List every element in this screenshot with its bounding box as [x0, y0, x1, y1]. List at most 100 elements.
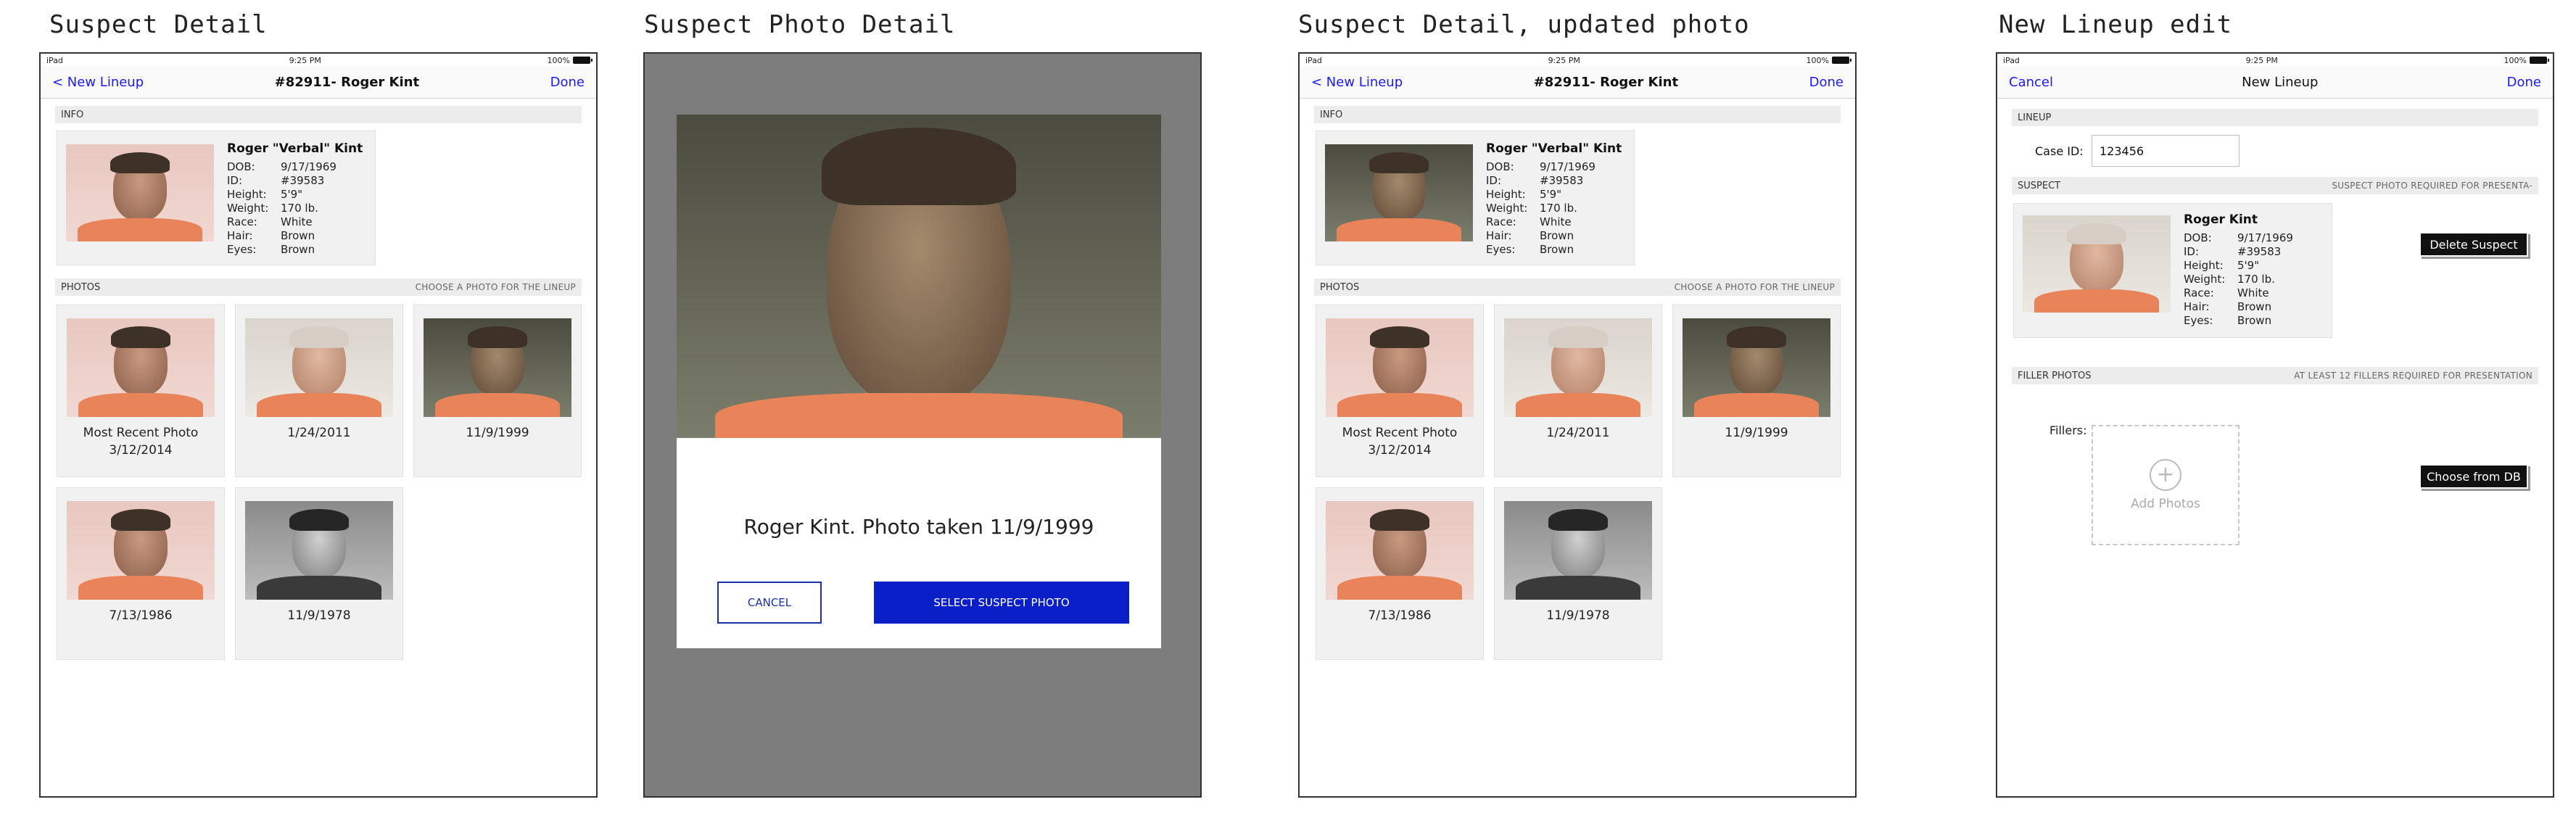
mugshot-thumbnail — [1683, 318, 1830, 417]
photo-tile[interactable]: Most Recent Photo 3/12/2014 — [1316, 305, 1484, 477]
cancel-button[interactable]: Cancel — [2009, 75, 2053, 90]
back-button[interactable]: < New Lineup — [1311, 75, 1403, 90]
filler-hint: AT LEAST 12 FILLERS REQUIRED FOR PRESENT… — [2294, 371, 2532, 381]
page-title: #82911- Roger Kint — [1533, 75, 1679, 90]
mugshot-thumbnail — [424, 318, 571, 417]
screen-title-suspect-detail: Suspect Detail — [49, 10, 268, 39]
nav-bar: < New Lineup #82911- Roger Kint Done — [1300, 67, 1855, 99]
suspect-name: Roger "Verbal" Kint — [227, 141, 363, 156]
delete-suspect-button[interactable]: Delete Suspect — [2419, 232, 2528, 257]
field-value: 5'9" — [1540, 188, 1562, 201]
device-label: iPad — [2003, 55, 2020, 65]
page-title: #82911- Roger Kint — [274, 75, 420, 90]
field-label: Height: — [227, 188, 267, 201]
screen-title-photo-detail: Suspect Photo Detail — [644, 10, 956, 39]
time-label: 9:25 PM — [2245, 55, 2278, 65]
field-label: DOB: — [1486, 160, 1514, 173]
suspect-name: Roger "Verbal" Kint — [1486, 141, 1622, 156]
photo-tile[interactable]: 1/24/2011 — [1494, 305, 1662, 477]
field-label: ID: — [1486, 174, 1502, 187]
battery-label: 100% — [2503, 55, 2527, 65]
done-button[interactable]: Done — [550, 75, 585, 90]
photo-tile[interactable]: 11/9/1999 — [1672, 305, 1841, 477]
field-label: DOB: — [227, 160, 255, 173]
field-value: #39583 — [2237, 245, 2282, 258]
page-title: New Lineup — [2242, 75, 2319, 90]
field-label: Weight: — [2184, 273, 2226, 286]
cancel-button[interactable]: CANCEL — [717, 582, 822, 624]
lineup-header-label: LINEUP — [2018, 112, 2052, 123]
suspect-section-header: SUSPECT SUSPECT PHOTO REQUIRED FOR PRESE… — [2012, 177, 2538, 194]
done-button[interactable]: Done — [1809, 75, 1844, 90]
mugshot-thumbnail — [1326, 318, 1474, 417]
case-id-input[interactable]: 123456 — [2092, 135, 2239, 167]
mugshot-thumbnail — [245, 501, 393, 600]
photos-header-label: PHOTOS — [1320, 281, 1360, 293]
suspect-name: Roger Kint — [2184, 212, 2258, 227]
photo-tile[interactable]: 11/9/1978 — [235, 487, 403, 660]
field-label: Height: — [2184, 259, 2224, 272]
photo-tile[interactable]: 7/13/1986 — [1316, 487, 1484, 660]
done-button[interactable]: Done — [2507, 75, 2541, 90]
choose-from-db-button[interactable]: Choose from DB — [2419, 464, 2528, 489]
field-value: 9/17/1969 — [2237, 231, 2293, 244]
field-value: Brown — [281, 229, 315, 242]
add-photos-label: Add Photos — [2131, 497, 2200, 511]
field-value: 5'9" — [281, 188, 303, 201]
photo-grid: Most Recent Photo 3/12/2014 1/24/2011 11… — [57, 305, 596, 660]
field-label: Eyes: — [2184, 314, 2213, 327]
battery-icon — [572, 57, 593, 64]
battery-label: 100% — [1806, 55, 1829, 65]
photo-caption: 7/13/1986 — [1368, 608, 1432, 623]
ipad-suspect-detail-updated: iPad 9:25 PM 100% < New Lineup #82911- R… — [1298, 52, 1857, 798]
photo-caption: Most Recent Photo 3/12/2014 — [83, 426, 199, 458]
photo-modal: Roger Kint. Photo taken 11/9/1999 CANCEL… — [677, 115, 1161, 648]
select-suspect-photo-button[interactable]: SELECT SUSPECT PHOTO — [874, 582, 1129, 624]
photo-caption: 11/9/1978 — [1546, 608, 1610, 623]
photos-hint: CHOOSE A PHOTO FOR THE LINEUP — [415, 282, 576, 292]
ipad-new-lineup-edit: iPad 9:25 PM 100% Cancel New Lineup Done… — [1996, 52, 2554, 798]
status-bar: iPad 9:25 PM 100% — [1300, 54, 1855, 67]
selected-suspect-card: Roger Kint DOB: 9/17/1969 ID: #39583 Heigh… — [2013, 203, 2332, 338]
battery-label: 100% — [547, 55, 570, 65]
field-label: Eyes: — [227, 243, 257, 256]
screen-title-lineup-edit: New Lineup edit — [1999, 10, 2233, 39]
photo-tile[interactable]: 1/24/2011 — [235, 305, 403, 477]
photo-caption: Most Recent Photo 3/12/2014 — [1342, 426, 1458, 458]
add-photos-button[interactable]: + Add Photos — [2092, 425, 2239, 545]
nav-bar: < New Lineup #82911- Roger Kint Done — [41, 67, 596, 99]
field-label: Eyes: — [1486, 243, 1516, 256]
field-label: Race: — [227, 215, 257, 228]
info-header-label: INFO — [1320, 109, 1343, 120]
mugshot-thumbnail — [67, 501, 215, 600]
case-id-label: Case ID: — [2035, 144, 2084, 158]
device-label: iPad — [1305, 55, 1322, 65]
field-value: White — [281, 215, 313, 228]
field-label: Weight: — [227, 202, 269, 215]
lineup-section-header: LINEUP — [2012, 109, 2538, 126]
nav-bar: Cancel New Lineup Done — [1997, 67, 2553, 99]
mugshot-thumbnail — [1326, 501, 1474, 600]
field-label: Race: — [1486, 215, 1516, 228]
field-label: ID: — [227, 174, 243, 187]
info-section-header: INFO — [55, 106, 582, 123]
field-value: 170 lb. — [281, 202, 318, 215]
field-value: #39583 — [1540, 174, 1584, 187]
field-label: ID: — [2184, 245, 2200, 258]
suspect-photo — [66, 144, 214, 241]
photo-tile[interactable]: 11/9/1999 — [413, 305, 582, 477]
photos-section-header: PHOTOS CHOOSE A PHOTO FOR THE LINEUP — [1314, 278, 1841, 296]
photo-tile[interactable]: Most Recent Photo 3/12/2014 — [57, 305, 225, 477]
back-button[interactable]: < New Lineup — [52, 75, 144, 90]
field-label: Weight: — [1486, 202, 1528, 215]
battery-icon — [2529, 57, 2549, 64]
screen-title-updated-photo: Suspect Detail, updated photo — [1298, 10, 1750, 39]
field-label: Hair: — [1486, 229, 1512, 242]
photo-tile[interactable]: 11/9/1978 — [1494, 487, 1662, 660]
field-value: 170 lb. — [2237, 273, 2275, 286]
mugshot-thumbnail — [67, 318, 215, 417]
photo-caption: 11/9/1999 — [466, 426, 529, 440]
suspect-hint: SUSPECT PHOTO REQUIRED FOR PRESENTA- — [2332, 181, 2532, 191]
photo-tile[interactable]: 7/13/1986 — [57, 487, 225, 660]
plus-icon: + — [2150, 459, 2181, 491]
